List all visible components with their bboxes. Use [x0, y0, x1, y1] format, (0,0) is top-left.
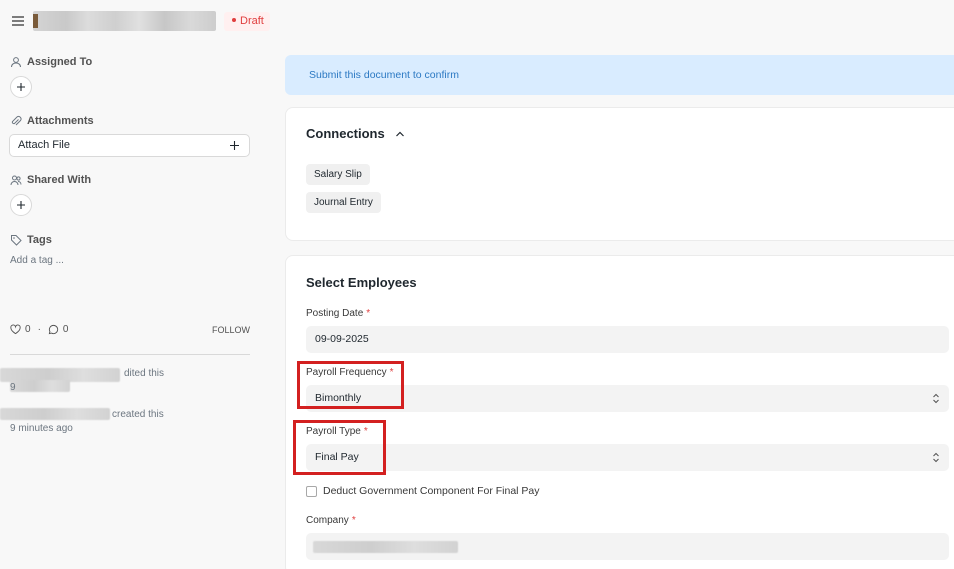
connections-title: Connections — [306, 126, 385, 141]
menu-toggle-icon[interactable] — [10, 14, 26, 28]
add-assignee-button[interactable] — [10, 76, 32, 98]
likes-comments: 0 · 0 — [10, 324, 68, 335]
connection-salary-slip[interactable]: Salary Slip — [306, 164, 370, 185]
posting-date-label: Posting Date * — [306, 308, 370, 319]
shared-with-label: Shared With — [10, 174, 91, 186]
separator-dot: · — [37, 324, 41, 335]
required-mark: * — [366, 308, 371, 319]
select-arrows-icon — [933, 393, 939, 404]
posting-date-input[interactable]: 09-09-2025 — [306, 326, 949, 353]
posting-date-label-text: Posting Date — [306, 308, 364, 319]
activity-created-time: 9 minutes ago — [10, 423, 73, 434]
payroll-frequency-label-text: Payroll Frequency — [306, 367, 387, 378]
status-badge: Draft — [224, 12, 270, 31]
attach-file-button[interactable]: Attach File — [9, 134, 250, 157]
assigned-to-text: Assigned To — [27, 56, 93, 68]
section-title: Select Employees — [306, 275, 417, 290]
attach-file-label: Attach File — [18, 139, 70, 151]
select-arrows-icon — [933, 452, 939, 463]
add-share-button[interactable] — [10, 194, 32, 216]
payroll-type-label-text: Payroll Type — [306, 426, 361, 437]
payroll-type-label: Payroll Type * — [306, 426, 368, 437]
paperclip-icon — [11, 116, 22, 126]
status-dot-icon — [232, 18, 236, 23]
time-redacted — [10, 380, 70, 392]
select-employees-card: Select Employees Posting Date * 09-09-202… — [285, 255, 954, 569]
required-mark: * — [363, 426, 368, 437]
users-icon — [10, 175, 22, 186]
required-mark: * — [351, 515, 356, 526]
tags-text: Tags — [27, 234, 52, 246]
connections-toggle[interactable]: Connections — [306, 126, 405, 141]
deduct-government-component-row: Deduct Government Component For Final Pa… — [306, 485, 540, 497]
chevron-up-icon — [395, 131, 404, 136]
follow-button[interactable]: FOLLOW — [212, 325, 250, 335]
payroll-frequency-select[interactable]: Bimonthly — [306, 385, 949, 412]
tags-label: Tags — [10, 234, 52, 246]
connection-journal-entry[interactable]: Journal Entry — [306, 192, 381, 213]
likes-count: 0 — [25, 324, 31, 335]
comments-count: 0 — [62, 324, 69, 335]
sidebar-divider — [10, 354, 250, 355]
user-name-redacted — [0, 408, 110, 420]
company-label-text: Company — [306, 515, 349, 526]
document-title-redacted — [33, 11, 216, 31]
deduct-government-component-checkbox[interactable] — [306, 485, 317, 497]
status-badge-label: Draft — [240, 15, 264, 27]
assigned-to-label: Assigned To — [10, 56, 92, 68]
payroll-frequency-value: Bimonthly — [315, 392, 362, 404]
activity-edited-time: 9 — [10, 382, 16, 393]
connections-card: Connections Salary Slip Journal Entry — [285, 107, 954, 241]
shared-with-text: Shared With — [27, 174, 92, 186]
payroll-type-select[interactable]: Final Pay — [306, 444, 949, 471]
company-value-redacted — [313, 541, 458, 553]
add-tag-link[interactable]: Add a tag ... — [10, 255, 64, 266]
payroll-type-value: Final Pay — [315, 451, 359, 463]
company-label: Company * — [306, 515, 356, 526]
heart-icon[interactable] — [10, 324, 21, 335]
company-input[interactable] — [306, 533, 949, 560]
submit-banner: Submit this document to confirm — [285, 55, 954, 95]
plus-icon — [230, 141, 239, 150]
plus-icon — [17, 83, 25, 91]
activity-created: created this — [112, 409, 164, 420]
required-mark: * — [389, 367, 394, 378]
comment-icon[interactable] — [48, 324, 59, 335]
activity-edited: dited this — [124, 368, 165, 379]
attachments-text: Attachments — [27, 115, 94, 127]
plus-icon — [17, 201, 25, 209]
tag-icon — [11, 235, 22, 246]
attachments-label: Attachments — [10, 115, 94, 127]
deduct-government-component-label: Deduct Government Component For Final Pa… — [323, 485, 540, 497]
payroll-frequency-label: Payroll Frequency * — [306, 367, 394, 378]
submit-banner-text: Submit this document to confirm — [309, 69, 459, 81]
user-icon — [11, 57, 21, 68]
